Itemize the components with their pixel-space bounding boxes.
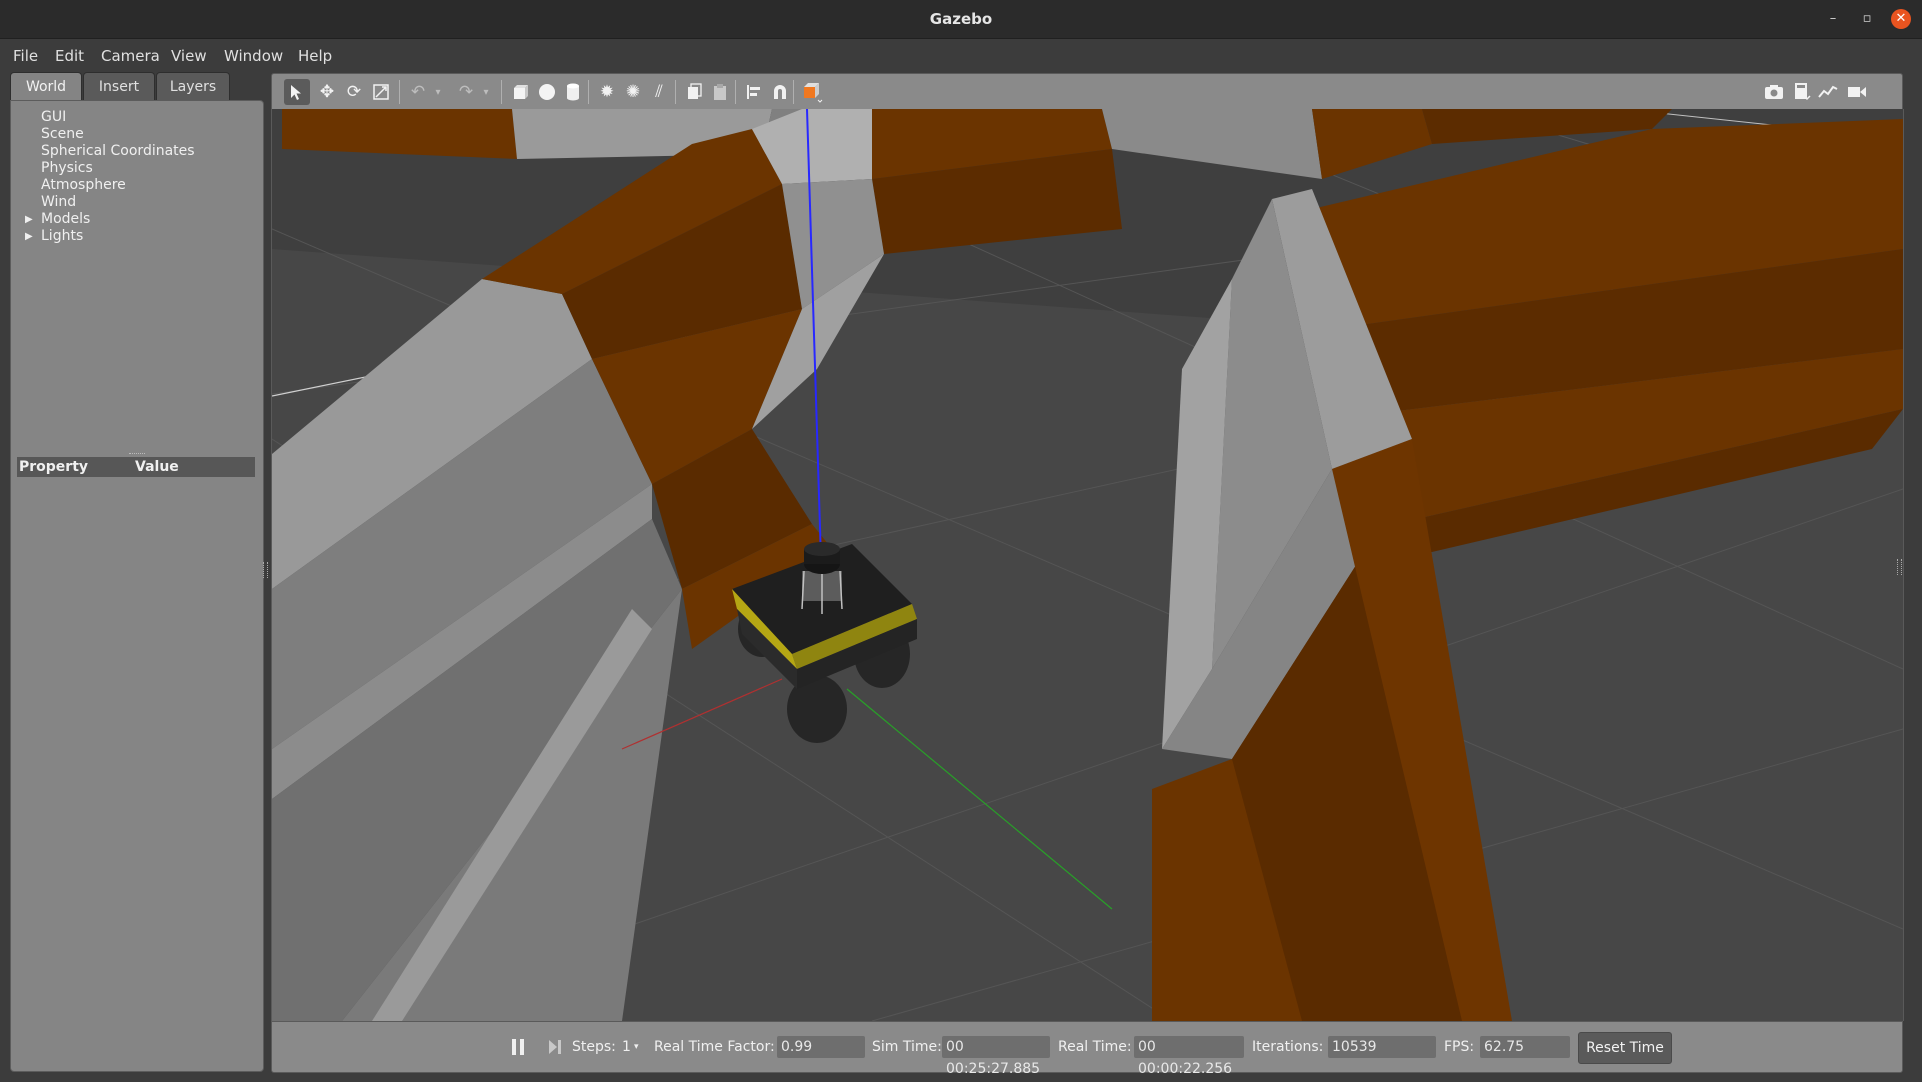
screenshot-icon[interactable] (1761, 79, 1787, 105)
left-panel: World Insert Layers GUI Scene Spherical … (10, 72, 268, 1072)
toolbar-separator (501, 80, 502, 104)
steps-value[interactable]: 1 (622, 1022, 631, 1072)
tab-world[interactable]: World (10, 72, 82, 101)
tab-insert[interactable]: Insert (83, 72, 155, 101)
tree-item-models[interactable]: Models (41, 211, 90, 228)
translate-icon[interactable]: ✥ (314, 79, 340, 105)
3d-viewport[interactable] (271, 109, 1904, 1021)
left-panel-resize-handle[interactable] (263, 562, 268, 578)
undo-dropdown-icon[interactable]: ▾ (425, 79, 451, 105)
window-title: Gazebo (929, 10, 993, 28)
menu-help[interactable]: Help (298, 39, 332, 73)
rtf-field: 0.99 (777, 1036, 865, 1058)
log-icon[interactable] (1789, 79, 1815, 105)
left-tabs: World Insert Layers (10, 72, 262, 101)
toolbar-separator (735, 80, 736, 104)
iterations-field: 10539 (1328, 1036, 1436, 1058)
box-icon[interactable] (508, 79, 534, 105)
spot-light-icon[interactable]: ✺ (620, 79, 646, 105)
expand-arrow-icon[interactable]: ▶ (25, 211, 33, 228)
tree-item-lights[interactable]: Lights (41, 228, 83, 245)
redo-dropdown-icon[interactable]: ▾ (473, 79, 499, 105)
reset-time-button[interactable]: Reset Time (1578, 1032, 1672, 1064)
paste-icon[interactable] (707, 79, 733, 105)
toolbar-separator (675, 80, 676, 104)
tree-item-gui[interactable]: GUI (41, 109, 66, 126)
menu-bar: File Edit Camera View Window Help (0, 39, 1922, 73)
sim-time-field: 00 00:25:27.885 (942, 1036, 1050, 1077)
property-column-header: Property (19, 459, 89, 475)
directional-light-icon[interactable]: ⫽ (646, 79, 672, 105)
steps-spin-icon[interactable]: ▾ (634, 1022, 639, 1072)
snap-icon[interactable] (767, 79, 793, 105)
sim-time-label: Sim Time: (872, 1039, 942, 1055)
tab-layers[interactable]: Layers (156, 72, 230, 101)
tree-item-physics[interactable]: Physics (41, 160, 93, 177)
pause-icon (512, 1039, 524, 1055)
fps-label: FPS: (1444, 1039, 1475, 1055)
sphere-icon[interactable] (534, 79, 560, 105)
record-video-icon[interactable] (1844, 79, 1870, 105)
rtf-label: Real Time Factor: (654, 1039, 775, 1055)
property-table-header: Property Value (17, 457, 255, 477)
menu-window[interactable]: Window (224, 39, 283, 73)
fps-field: 62.75 (1480, 1036, 1570, 1058)
view-angle-icon[interactable] (799, 79, 825, 105)
cylinder-icon[interactable] (560, 79, 586, 105)
real-time-field: 00 00:00:22.256 (1134, 1036, 1244, 1077)
world-tree-panel: GUI Scene Spherical Coordinates Physics … (10, 100, 264, 1072)
pause-button[interactable] (510, 1037, 526, 1057)
real-time-label: Real Time: (1058, 1039, 1132, 1055)
maximize-button[interactable]: ▫ (1857, 9, 1877, 29)
expand-arrow-icon[interactable]: ▶ (25, 228, 33, 245)
scene-render (272, 109, 1903, 1021)
toolbar-separator (588, 80, 589, 104)
point-light-icon[interactable]: ✹ (594, 79, 620, 105)
align-icon[interactable] (741, 79, 767, 105)
step-button[interactable] (547, 1037, 563, 1057)
step-forward-icon (549, 1040, 561, 1054)
title-bar: Gazebo – ▫ ✕ (0, 0, 1922, 39)
tree-item-spherical-coordinates[interactable]: Spherical Coordinates (41, 143, 195, 160)
tree-item-atmosphere[interactable]: Atmosphere (41, 177, 126, 194)
iterations-label: Iterations: (1252, 1039, 1324, 1055)
rotate-icon[interactable]: ⟳ (341, 79, 367, 105)
copy-icon[interactable] (681, 79, 707, 105)
menu-camera[interactable]: Camera (101, 39, 160, 73)
select-arrow-icon[interactable] (284, 79, 310, 105)
toolbar: ✥ ⟳ ↶ ▾ ↷ ▾ ✹ ✺ ⫽ (271, 73, 1903, 111)
menu-file[interactable]: File (13, 39, 38, 73)
tree-item-wind[interactable]: Wind (41, 194, 76, 211)
scale-icon[interactable] (368, 79, 394, 105)
value-column-header: Value (135, 459, 179, 475)
right-panel-resize-handle[interactable] (1897, 559, 1902, 575)
menu-edit[interactable]: Edit (55, 39, 84, 73)
plot-icon[interactable] (1815, 79, 1841, 105)
toolbar-separator (399, 80, 400, 104)
tree-item-scene[interactable]: Scene (41, 126, 84, 143)
close-button[interactable]: ✕ (1891, 9, 1911, 29)
toolbar-separator (793, 80, 794, 104)
menu-view[interactable]: View (171, 39, 207, 73)
minimize-button[interactable]: – (1823, 9, 1843, 29)
steps-label: Steps: (572, 1039, 616, 1055)
bottom-status-bar: Steps: 1 ▾ Real Time Factor: 0.99 Sim Ti… (271, 1021, 1903, 1077)
